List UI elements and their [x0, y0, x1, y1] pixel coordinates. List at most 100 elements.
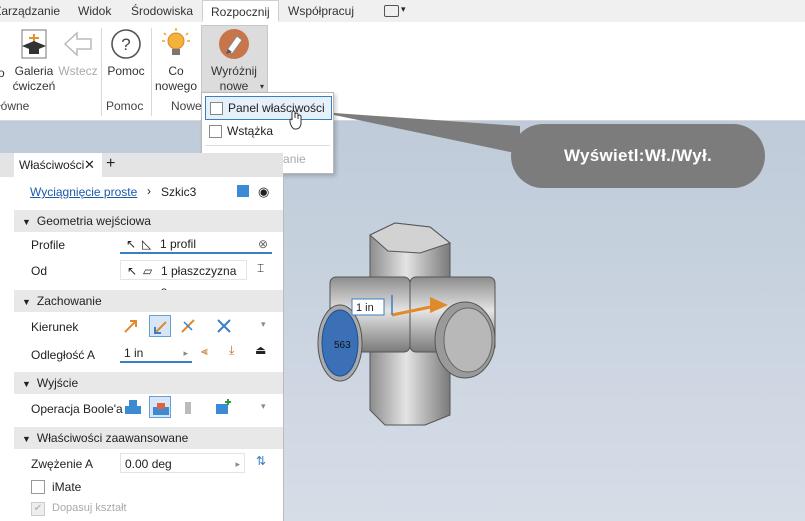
- chevron-right-icon: ›: [147, 184, 151, 198]
- tab-manage[interactable]: Zarządzanie: [0, 0, 60, 22]
- distance-input[interactable]: 1 in ▸: [120, 343, 192, 363]
- checkbox[interactable]: [210, 102, 223, 115]
- highlight-marker-icon: [219, 29, 249, 59]
- face-label: 563: [334, 340, 351, 351]
- eye-icon[interactable]: ◉: [258, 184, 269, 200]
- boolean-label: Operacja Boole'a: [31, 402, 123, 416]
- section-title: Geometria wejściowa: [36, 214, 151, 228]
- whats-new-button[interactable]: Co nowego: [153, 28, 199, 94]
- group-label-main: łówne: [0, 99, 30, 113]
- direction-symmetric-button[interactable]: [177, 315, 199, 337]
- from-field[interactable]: ↖ ▱ 1 płaszczyzna s...: [120, 260, 247, 298]
- plane-icon: ▱: [143, 264, 153, 278]
- select-arrow-icon: ↖: [126, 237, 137, 251]
- taper-label: Zwężenie A: [31, 457, 94, 471]
- direction-default-button[interactable]: [120, 315, 142, 337]
- arrow-left-icon: [63, 31, 92, 57]
- fit-shape-label: Dopasuj kształt: [52, 502, 127, 514]
- distance-between-icon[interactable]: ⏏: [255, 343, 266, 357]
- home-button-partial[interactable]: o: [0, 66, 5, 81]
- add-tab-icon[interactable]: +: [106, 155, 115, 173]
- tutorial-gallery-button[interactable]: Galeria ćwiczeń: [10, 28, 58, 94]
- section-title: Wyjście: [36, 376, 79, 390]
- dimension-label[interactable]: 1 in: [356, 302, 374, 314]
- menu-item-label: Wstążka: [227, 124, 274, 138]
- back-button[interactable]: Wstecz: [58, 28, 98, 79]
- help-icon: ?: [111, 29, 141, 59]
- help-button[interactable]: ? Pomoc: [104, 28, 148, 79]
- properties-panel: Wyciągnięcie proste › Szkic3 ◉ ▼ Geometri…: [0, 177, 284, 521]
- imate-checkbox[interactable]: [31, 480, 45, 494]
- select-arrow-icon: ↖: [127, 264, 138, 278]
- panel-tab-bar: Właściwości ✕ +: [0, 153, 283, 177]
- profile-value: 1 profil: [160, 237, 197, 251]
- help-label: Pomoc: [107, 64, 145, 78]
- profile-shape-icon: ◺: [142, 237, 152, 251]
- highlight-new-label: Wyróżnij nowe: [211, 64, 257, 93]
- breadcrumb-link-extrude[interactable]: Wyciągnięcie proste: [30, 185, 137, 199]
- chevron-down-icon[interactable]: ▾: [261, 319, 266, 330]
- whats-new-label: Co nowego: [154, 64, 198, 93]
- ribbon-tab-bar: Zarządzanie Widok Środowiska Rozpocznij …: [0, 0, 805, 23]
- taper-input[interactable]: 0.00 deg ▸: [120, 453, 245, 473]
- direction-flipped-button[interactable]: [149, 315, 171, 337]
- ribbon-separator: [101, 28, 102, 116]
- group-label-new: Nowe: [171, 99, 202, 113]
- section-input-geometry[interactable]: ▼ Geometria wejściowa: [14, 210, 283, 232]
- clear-icon[interactable]: ⊗: [258, 234, 268, 254]
- direction-label: Kierunek: [31, 320, 79, 334]
- boolean-intersect-button[interactable]: [177, 396, 199, 418]
- 3d-model-viewport[interactable]: 563 1 in: [310, 215, 510, 440]
- chevron-right-icon[interactable]: ▸: [183, 343, 188, 363]
- tab-view[interactable]: Widok: [78, 0, 111, 22]
- distance-value: 1 in: [124, 346, 144, 360]
- tooltip-bubble: Wyświetl:Wł./Wył.: [511, 124, 765, 188]
- tab-collaborate[interactable]: Współpracuj: [288, 0, 354, 22]
- tab-get-started[interactable]: Rozpocznij: [202, 0, 279, 22]
- checkbox[interactable]: [209, 125, 222, 138]
- profile-field[interactable]: ↖ ◺ 1 profil ⊗: [120, 234, 272, 254]
- section-output[interactable]: ▼ Wyjście: [14, 372, 283, 394]
- mouse-pointer-icon: [289, 110, 302, 130]
- distance-to-icon[interactable]: ⤓: [229, 343, 234, 358]
- imate-label: iMate: [52, 480, 82, 494]
- section-title: Zachowanie: [36, 294, 102, 308]
- lightbulb-icon: [162, 28, 190, 55]
- close-icon[interactable]: ✕: [84, 153, 95, 177]
- boolean-cut-button[interactable]: [149, 396, 171, 418]
- distance-through-icon[interactable]: ⫷: [201, 344, 208, 359]
- breadcrumb: Wyciągnięcie proste › Szkic3 ◉: [0, 180, 283, 206]
- distance-label: Odległość A: [31, 348, 96, 362]
- chevron-down-icon[interactable]: ▾: [261, 401, 266, 412]
- highlight-new-button[interactable]: Wyróżnij nowe ▾: [204, 28, 264, 94]
- tutorial-gallery-icon: [21, 29, 47, 59]
- ribbon-display-icon[interactable]: [384, 5, 399, 17]
- section-behavior[interactable]: ▼ Zachowanie: [14, 290, 283, 312]
- menu-item-ribbon[interactable]: Wstążka: [205, 120, 330, 142]
- boolean-new-solid-button[interactable]: [213, 396, 235, 418]
- chevron-down-icon[interactable]: ▾: [401, 4, 406, 15]
- direction-asymmetric-button[interactable]: [213, 315, 235, 337]
- menu-item-properties-panel[interactable]: Panel właściwości: [205, 96, 332, 120]
- properties-tab[interactable]: Właściwości ✕: [14, 153, 102, 177]
- section-title: Właściwości zaawansowane: [36, 431, 189, 445]
- svg-text:?: ?: [121, 35, 130, 54]
- flip-icon[interactable]: ⌶: [257, 261, 264, 276]
- menu-divider: [205, 145, 330, 146]
- ribbon-separator: [151, 28, 152, 116]
- tutorial-gallery-label: Galeria ćwiczeń: [12, 64, 56, 93]
- properties-tab-label: Właściwości: [19, 158, 85, 172]
- ribbon-panel: o Galeria ćwiczeń Wstecz ? Pomoc Co nowe…: [0, 22, 805, 121]
- tab-environments[interactable]: Środowiska: [131, 0, 193, 22]
- cube-icon[interactable]: [237, 185, 249, 197]
- breadcrumb-current: Szkic3: [161, 185, 197, 199]
- profile-label: Profile: [31, 238, 66, 252]
- boolean-join-button[interactable]: [122, 396, 144, 418]
- from-label: Od: [31, 264, 48, 278]
- checkmark-icon[interactable]: ✔: [31, 502, 45, 516]
- flip-taper-icon[interactable]: ⇅: [256, 454, 266, 468]
- section-advanced[interactable]: ▼ Właściwości zaawansowane: [14, 427, 283, 449]
- chevron-right-icon[interactable]: ▸: [235, 454, 240, 474]
- tooltip-pointer: [320, 112, 520, 154]
- back-label: Wstecz: [58, 64, 98, 78]
